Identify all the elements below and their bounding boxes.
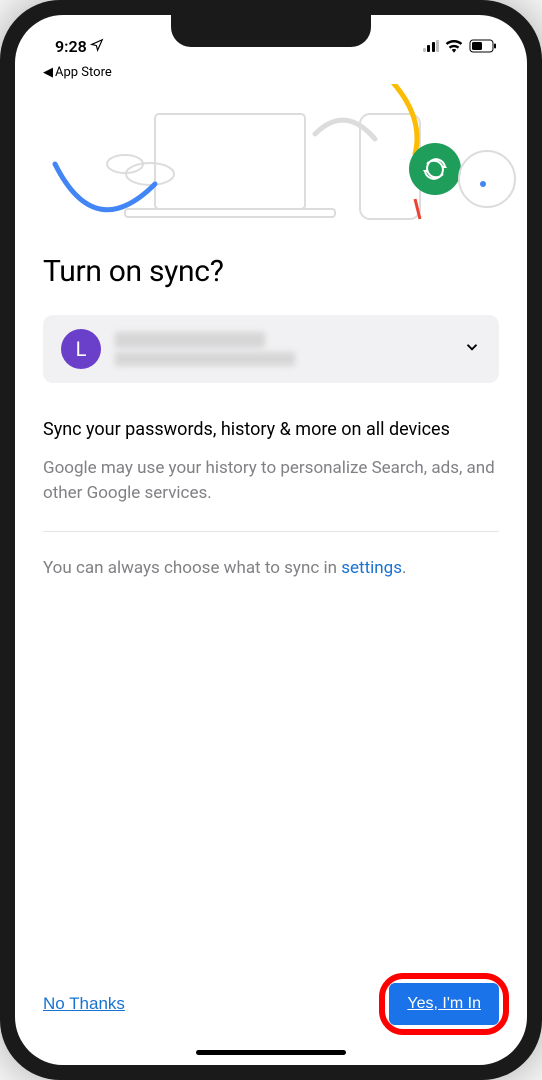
chevron-down-icon — [463, 337, 481, 361]
cellular-signal-icon — [423, 40, 440, 52]
battery-icon — [469, 39, 497, 53]
page-heading: Turn on sync? — [43, 254, 499, 289]
phone-frame: 9:28 ◀ — [0, 0, 542, 1080]
location-arrow-icon — [90, 37, 104, 56]
back-chevron-icon: ◀ — [43, 65, 53, 80]
notch — [171, 15, 371, 47]
status-time: 9:28 — [55, 37, 87, 56]
settings-hint-prefix: You can always choose what to sync in — [43, 558, 341, 578]
settings-hint-suffix: . — [402, 558, 406, 578]
back-to-app-link[interactable]: ◀ App Store — [15, 65, 527, 84]
home-indicator[interactable] — [196, 1050, 346, 1055]
account-email-redacted — [115, 352, 295, 366]
sync-description-sub: Google may use your history to personali… — [43, 456, 499, 505]
account-name-redacted — [115, 332, 265, 348]
account-text — [115, 332, 449, 366]
avatar-letter: L — [76, 337, 87, 361]
back-app-label: App Store — [55, 65, 112, 80]
no-thanks-button[interactable]: No Thanks — [43, 994, 125, 1014]
settings-hint: You can always choose what to sync in se… — [43, 558, 499, 578]
avatar: L — [61, 329, 101, 369]
wifi-icon — [445, 39, 463, 53]
divider — [43, 531, 499, 532]
yes-im-in-button[interactable]: Yes, I'm In — [389, 983, 499, 1025]
settings-link[interactable]: settings — [341, 558, 402, 578]
account-selector[interactable]: L — [43, 315, 499, 383]
screen: 9:28 ◀ — [15, 15, 527, 1065]
sync-illustration — [15, 84, 527, 234]
sync-description-title: Sync your passwords, history & more on a… — [43, 417, 499, 442]
